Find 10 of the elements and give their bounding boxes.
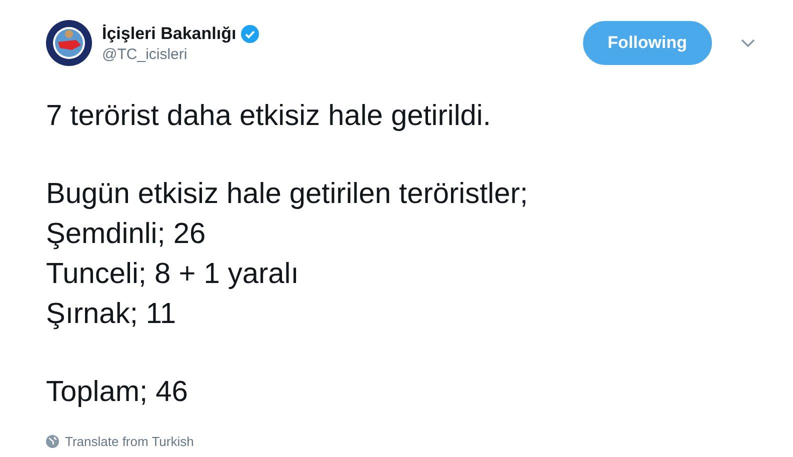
caret-icon[interactable] [740,38,756,48]
translate-link[interactable]: Translate from Turkish [65,434,194,449]
avatar [46,20,92,66]
tweet-paragraph: 7 terörist daha etkisiz hale getirildi. [46,99,492,134]
tweet-paragraph: Bugün etkisiz hale getirilen teröristler; Şemdinli; 26 Tunceli; 8 + 1 yaralı Şırnak; 11 [46,177,529,332]
account-name[interactable]: İçişleri Bakanlığı [102,24,236,44]
following-button[interactable]: Following [582,21,712,65]
account-handle: @TC_icisleri [102,46,188,62]
tweet-paragraph: Toplam; 46 [46,375,189,410]
globe-icon [46,435,59,448]
